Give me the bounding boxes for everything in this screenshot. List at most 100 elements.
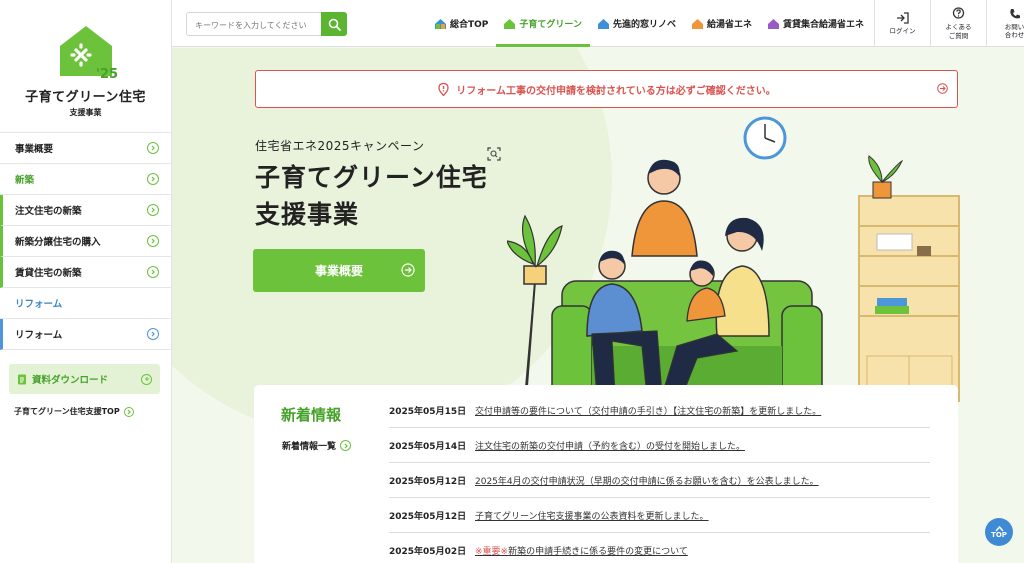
news-all-link[interactable]: 新着情報一覧 bbox=[282, 439, 352, 452]
nav-kosodate-green[interactable]: 子育てグリーン bbox=[496, 0, 590, 47]
nav-label: 総合TOP bbox=[450, 20, 489, 30]
search-button[interactable] bbox=[321, 12, 347, 36]
news-link[interactable]: 子育てグリーン住宅支援事業の公表資料を更新しました。 bbox=[475, 509, 709, 522]
hero-title-line-2: 支援事業 bbox=[255, 200, 360, 229]
header-utility-buttons: ログイン よくある ご質問 お問い 合わせ bbox=[874, 0, 1024, 47]
faq-button[interactable]: よくある ご質問 bbox=[930, 0, 986, 47]
logo-title: 子育てグリーン住宅 bbox=[25, 90, 146, 105]
news-link[interactable]: 2025年4月の交付申請状況（早期の交付申請に係るお願いを含む）を公表しました。 bbox=[475, 474, 819, 487]
logo-subtitle: 支援事業 bbox=[69, 108, 102, 117]
sidebar-item-reform-heading[interactable]: リフォーム bbox=[0, 288, 171, 319]
news-link[interactable]: 注文住宅の新築の交付申請（予約を含む）の受付を開始しました。 bbox=[475, 439, 745, 452]
sidebar-item-reform[interactable]: リフォーム bbox=[0, 319, 171, 350]
reform-notice-banner[interactable]: リフォーム工事の交付申請を検討されている方は必ずご確認ください。 bbox=[255, 70, 958, 108]
contact-label-2: 合わせ bbox=[1004, 31, 1024, 39]
sidebar-item-custom-home[interactable]: 注文住宅の新築 bbox=[0, 195, 171, 226]
sidebar-item-label: 事業概要 bbox=[15, 144, 54, 155]
sidebar-item-label: リフォーム bbox=[15, 330, 63, 341]
nav-label: 子育てグリーン bbox=[519, 20, 582, 30]
chevron-right-icon bbox=[123, 406, 134, 417]
back-to-top-button[interactable]: TOP bbox=[985, 518, 1013, 546]
campaign-subtitle: 住宅省エネ2025キャンペーン bbox=[255, 139, 425, 153]
login-button[interactable]: ログイン bbox=[874, 0, 930, 47]
sidebar-item-label: リフォーム bbox=[15, 299, 63, 310]
house-logo-icon: '25 bbox=[52, 20, 120, 82]
download-materials-button[interactable]: 資料ダウンロード bbox=[9, 364, 160, 394]
chevron-right-icon bbox=[147, 266, 159, 278]
news-list: 2025年05月15日 交付申請等の要件について（交付申請の手引き）【注文住宅の… bbox=[389, 393, 930, 563]
news-item[interactable]: 2025年05月02日 ※重要※新築の申請手続きに係る要件の変更について bbox=[389, 533, 930, 563]
faq-label-1: よくある bbox=[945, 23, 972, 32]
global-nav: 総合TOP 子育てグリーン 先進的窓リノベ 給湯省エネ 賃貸集合給湯省エネ bbox=[427, 0, 872, 47]
phone-icon bbox=[1009, 8, 1020, 18]
faq-label-2: ご質問 bbox=[948, 31, 969, 40]
sidebar-item-new-build[interactable]: 新築 bbox=[0, 164, 171, 195]
news-date: 2025年05月14日 bbox=[389, 441, 467, 452]
sidebar-item-overview[interactable]: 事業概要 bbox=[0, 133, 171, 164]
news-date: 2025年05月12日 bbox=[389, 511, 467, 522]
notice-text: リフォーム工事の交付申請を検討されている方は必ずご確認ください。 bbox=[456, 85, 776, 97]
chevron-right-icon bbox=[147, 173, 159, 185]
download-label: 資料ダウンロード bbox=[32, 375, 109, 386]
login-icon bbox=[896, 12, 909, 24]
news-link-text: 新築の申請手続きに係る要件の変更について bbox=[508, 547, 688, 557]
search-icon bbox=[328, 18, 341, 31]
sidebar-item-label: 新築 bbox=[15, 175, 35, 186]
house-multicolor-icon bbox=[435, 18, 446, 29]
chevron-right-icon bbox=[147, 328, 159, 340]
login-label: ログイン bbox=[889, 26, 916, 35]
search-input[interactable] bbox=[187, 14, 321, 37]
news-link[interactable]: ※重要※新築の申請手続きに係る要件の変更について bbox=[475, 544, 688, 557]
news-date: 2025年05月15日 bbox=[389, 406, 467, 417]
news-item[interactable]: 2025年05月15日 交付申請等の要件について（交付申請の手引き）【注文住宅の… bbox=[389, 393, 930, 428]
house-blue-icon bbox=[597, 18, 609, 29]
focus-scan-icon[interactable] bbox=[487, 147, 501, 161]
news-item[interactable]: 2025年05月14日 注文住宅の新築の交付申請（予約を含む）の受付を開始しまし… bbox=[389, 428, 930, 463]
nav-window-renovation[interactable]: 先進的窓リノベ bbox=[590, 0, 684, 47]
news-all-label: 新着情報一覧 bbox=[282, 442, 337, 452]
hero-title-line-1: 子育てグリーン住宅 bbox=[255, 163, 488, 192]
house-orange-icon bbox=[691, 18, 703, 29]
hero-title: 子育てグリーン住宅 支援事業 bbox=[255, 159, 488, 233]
nav-label: 給湯省エネ bbox=[706, 20, 752, 30]
sidebar-nav: 事業概要 新築 注文住宅の新築 新築分譲住宅の購入 賃貸住宅の新築 リフォーム … bbox=[0, 132, 171, 350]
chevron-right-icon bbox=[147, 204, 159, 216]
chevron-right-icon bbox=[340, 440, 352, 451]
news-item[interactable]: 2025年05月12日 2025年4月の交付申請状況（早期の交付申請に係るお願い… bbox=[389, 463, 930, 498]
arrow-right-circle-icon bbox=[401, 263, 415, 277]
main-content: リフォーム工事の交付申請を検討されている方は必ずご確認ください。 住宅省エネ20… bbox=[172, 48, 1024, 563]
house-purple-icon bbox=[767, 18, 779, 29]
overview-button[interactable]: 事業概要 bbox=[253, 249, 425, 292]
overview-button-label: 事業概要 bbox=[314, 264, 363, 278]
house-green-icon bbox=[504, 18, 516, 29]
document-icon bbox=[18, 374, 26, 384]
alert-pin-icon bbox=[438, 82, 449, 96]
contact-button[interactable]: お問い 合わせ bbox=[986, 0, 1024, 47]
chevron-right-icon bbox=[147, 142, 159, 154]
family-illustration bbox=[507, 116, 960, 402]
nav-water-heater[interactable]: 給湯省エネ bbox=[684, 0, 760, 47]
search-box bbox=[186, 12, 347, 37]
sidebar: '25 子育てグリーン住宅 支援事業 事業概要 新築 注文住宅の新築 新築分譲住… bbox=[0, 0, 172, 563]
nav-home-top[interactable]: 総合TOP bbox=[427, 0, 496, 47]
contact-label-1: お問い bbox=[1004, 22, 1024, 31]
sidebar-item-new-subdivision[interactable]: 新築分譲住宅の購入 bbox=[0, 226, 171, 257]
plus-circle-icon bbox=[141, 373, 152, 385]
program-top-label: 子育てグリーン住宅支援TOP bbox=[14, 407, 120, 416]
svg-text:'25: '25 bbox=[96, 67, 118, 82]
news-link[interactable]: 交付申請等の要件について（交付申請の手引き）【注文住宅の新築】を更新しました。 bbox=[475, 404, 821, 417]
program-top-link[interactable]: 子育てグリーン住宅支援TOP bbox=[14, 406, 171, 417]
nav-rental-water-heater[interactable]: 賃貸集合給湯省エネ bbox=[760, 0, 872, 47]
sidebar-item-rental-new[interactable]: 賃貸住宅の新築 bbox=[0, 257, 171, 288]
important-tag: ※重要※ bbox=[475, 547, 509, 557]
news-heading: 新着情報 bbox=[281, 406, 342, 424]
sidebar-item-label: 賃貸住宅の新築 bbox=[15, 268, 82, 279]
sidebar-item-label: 新築分譲住宅の購入 bbox=[15, 237, 101, 248]
top-header: 総合TOP 子育てグリーン 先進的窓リノベ 給湯省エネ 賃貸集合給湯省エネ ログ… bbox=[172, 0, 1024, 47]
news-date: 2025年05月12日 bbox=[389, 476, 467, 487]
news-section: 新着情報 新着情報一覧 2025年05月15日 交付申請等の要件について（交付申… bbox=[254, 385, 958, 563]
back-to-top-label: TOP bbox=[991, 530, 1007, 539]
news-item[interactable]: 2025年05月12日 子育てグリーン住宅支援事業の公表資料を更新しました。 bbox=[389, 498, 930, 533]
question-icon bbox=[952, 7, 965, 19]
site-logo[interactable]: '25 子育てグリーン住宅 支援事業 bbox=[0, 0, 171, 132]
